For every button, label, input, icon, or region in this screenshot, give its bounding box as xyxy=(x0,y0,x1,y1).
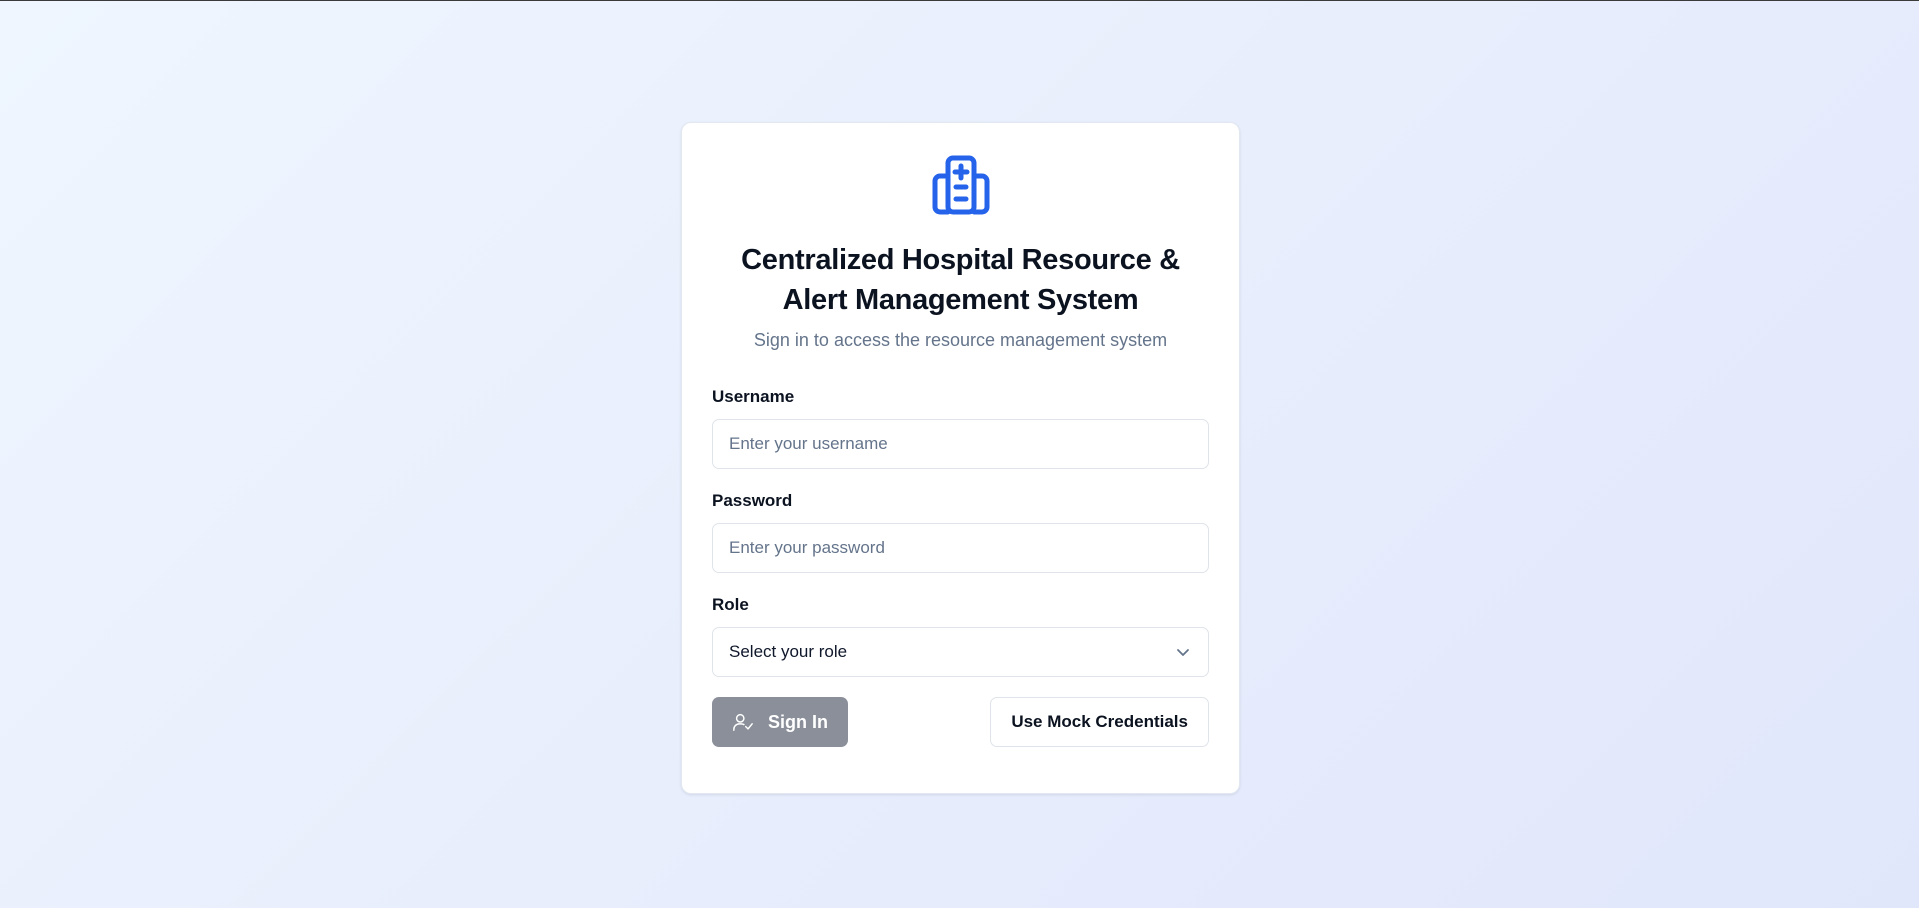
username-label: Username xyxy=(712,387,795,406)
role-field: Role Select your role xyxy=(712,595,1209,677)
role-select[interactable]: Select your role xyxy=(712,627,1209,677)
login-form: Username Password Role Select your role xyxy=(712,387,1209,747)
password-label: Password xyxy=(712,491,793,510)
login-page: { "header": { "logo_icon": "hospital-ico… xyxy=(0,0,1919,908)
password-field: Password xyxy=(712,491,1209,573)
sign-in-button[interactable]: Sign In xyxy=(712,697,848,747)
use-mock-credentials-button[interactable]: Use Mock Credentials xyxy=(990,697,1209,747)
chevron-down-icon xyxy=(1174,643,1192,661)
page-title: Centralized Hospital Resource & Alert Ma… xyxy=(741,244,1180,316)
login-card: Centralized Hospital Resource & Alert Ma… xyxy=(681,122,1240,794)
user-check-icon xyxy=(732,711,754,733)
sign-in-label: Sign In xyxy=(768,711,828,732)
role-label: Role xyxy=(712,595,749,614)
password-input[interactable] xyxy=(712,523,1209,573)
form-actions: Sign In Use Mock Credentials xyxy=(712,697,1209,747)
hospital-icon xyxy=(931,155,991,215)
username-input[interactable] xyxy=(712,419,1209,469)
username-field: Username xyxy=(712,387,1209,469)
role-select-value: Select your role xyxy=(729,642,848,661)
page-subtitle: Sign in to access the resource managemen… xyxy=(753,330,1168,350)
